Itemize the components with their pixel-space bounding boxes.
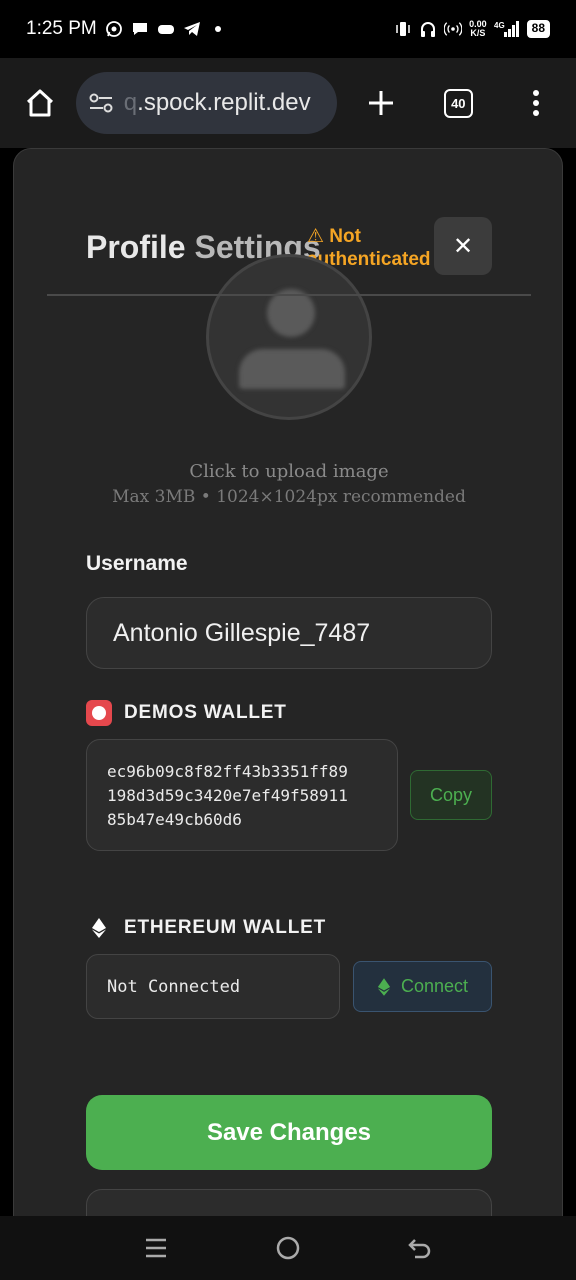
upload-instruction: Click to upload image bbox=[189, 461, 389, 482]
save-changes-button[interactable]: Save Changes bbox=[86, 1095, 492, 1170]
url-bar[interactable]: q.spock.replit.dev bbox=[75, 72, 337, 134]
battery-indicator: 88 bbox=[526, 20, 550, 38]
connect-ethereum-button[interactable]: Connect bbox=[353, 961, 492, 1012]
recents-icon bbox=[146, 1238, 166, 1258]
more-notifications-dot-icon bbox=[209, 20, 227, 38]
vibrate-icon bbox=[394, 20, 412, 38]
demos-wallet-label: DEMOS WALLET bbox=[86, 700, 287, 726]
username-label: Username bbox=[86, 552, 188, 575]
plus-icon bbox=[368, 91, 393, 115]
browser-toolbar: q.spock.replit.dev 40 bbox=[0, 58, 576, 148]
close-button[interactable]: ✕ bbox=[434, 217, 492, 275]
ethereum-wallet-label: ETHEREUM WALLET bbox=[86, 915, 326, 941]
headphones-icon bbox=[419, 20, 437, 38]
system-nav-bar bbox=[0, 1216, 576, 1280]
avatar-upload[interactable] bbox=[206, 254, 372, 420]
network-speed: 0.00 K/S bbox=[469, 19, 487, 38]
tab-switcher-button[interactable]: 40 bbox=[436, 81, 480, 125]
new-tab-button[interactable] bbox=[359, 81, 403, 125]
site-settings-icon[interactable] bbox=[88, 92, 114, 114]
tab-count: 40 bbox=[443, 88, 473, 118]
status-bar: 1:25 PM 0.00 K/S 4G 88 bbox=[0, 0, 576, 58]
ethereum-wallet-status: Not Connected bbox=[86, 954, 340, 1019]
url-text: q.spock.replit.dev bbox=[123, 89, 311, 116]
copy-address-button[interactable]: Copy bbox=[410, 770, 492, 820]
username-input[interactable]: Antonio Gillespie_7487 bbox=[86, 597, 492, 669]
whatsapp-icon bbox=[105, 20, 123, 38]
svg-text:4G: 4G bbox=[494, 21, 505, 30]
home-button[interactable] bbox=[18, 81, 62, 125]
status-time: 1:25 PM bbox=[26, 18, 97, 39]
recent-apps-button[interactable] bbox=[136, 1228, 176, 1268]
upload-hint: Max 3MB • 1024×1024px recommended bbox=[112, 487, 466, 507]
ethereum-connect-icon bbox=[377, 977, 391, 996]
notification-icons bbox=[105, 20, 227, 38]
demos-wallet-address: ec96b09c8f82ff43b3351ff89 198d3d59c3420e… bbox=[86, 739, 398, 851]
page-content: Profile Settings ⚠ Not authenticated ✕ C… bbox=[0, 148, 576, 1216]
home-nav-button[interactable] bbox=[268, 1228, 308, 1268]
telegram-icon bbox=[183, 20, 201, 38]
profile-settings-modal: Profile Settings ⚠ Not authenticated ✕ C… bbox=[13, 148, 563, 1216]
avatar-placeholder-body bbox=[239, 349, 345, 389]
home-icon bbox=[26, 89, 53, 117]
signal-icon: 4G bbox=[494, 20, 520, 38]
more-vertical-icon bbox=[533, 90, 540, 116]
back-button[interactable] bbox=[400, 1228, 440, 1268]
header-divider bbox=[47, 294, 531, 296]
chat-icon bbox=[131, 20, 149, 38]
system-icons: 0.00 K/S 4G 88 bbox=[394, 20, 550, 38]
ethereum-icon bbox=[86, 915, 112, 941]
hotspot-icon bbox=[444, 20, 463, 38]
game-controller-icon bbox=[157, 20, 175, 38]
avatar-placeholder-head bbox=[267, 289, 315, 337]
secondary-action-button[interactable] bbox=[86, 1189, 492, 1216]
browser-menu-button[interactable] bbox=[514, 81, 558, 125]
home-circle-icon bbox=[276, 1236, 300, 1260]
back-icon bbox=[408, 1239, 431, 1259]
demos-logo-icon bbox=[86, 700, 112, 726]
